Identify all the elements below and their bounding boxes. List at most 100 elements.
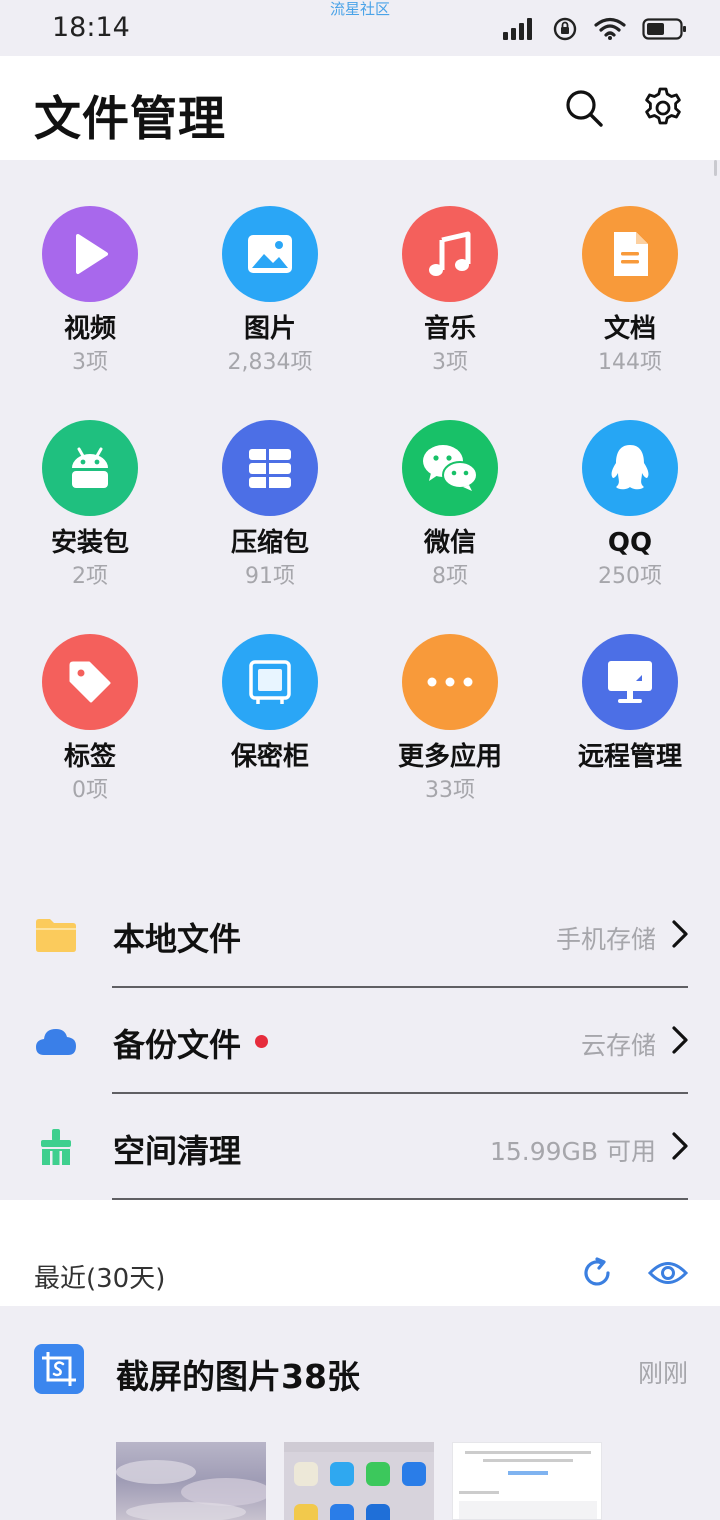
category-grid: 视频 3项 图片 2,834项 音乐 3项 文档 144项 安装包 2项 压缩包…	[0, 206, 720, 848]
category-documents[interactable]: 文档 144项	[540, 206, 720, 420]
status-bar: 18:14 流星社区	[0, 0, 720, 56]
tag-icon	[69, 661, 111, 703]
orientation-lock-icon	[553, 17, 577, 41]
wechat-icon	[423, 445, 478, 491]
music-note-icon	[429, 231, 471, 276]
category-music[interactable]: 音乐 3项	[360, 206, 540, 420]
category-apk[interactable]: 安装包 2项	[0, 420, 180, 634]
android-icon	[72, 447, 108, 488]
remote-manage-icon-circle	[582, 634, 678, 730]
tags-icon-circle	[42, 634, 138, 730]
entry-title: 空间清理	[113, 1132, 242, 1170]
space-cleanup-row[interactable]: 空间清理 15.99GB 可用	[0, 1094, 720, 1200]
entry-meta: 云存储	[580, 1031, 656, 1060]
category-tags[interactable]: 标签 0项	[0, 634, 180, 848]
refresh-icon	[584, 1257, 610, 1286]
search-button[interactable]	[562, 86, 606, 130]
cellular-signal-icon	[503, 18, 532, 40]
chevron-right-icon	[672, 1132, 688, 1160]
category-count: 8项	[432, 564, 468, 589]
safe-icon	[249, 660, 291, 704]
archive-icon	[249, 447, 291, 489]
category-label: QQ	[607, 528, 653, 558]
wechat-icon-circle	[402, 420, 498, 516]
local-files-row[interactable]: 本地文件 手机存储	[0, 882, 720, 988]
archives-icon-circle	[222, 420, 318, 516]
document-icon	[614, 232, 648, 276]
screenshot-thumbnail[interactable]	[284, 1442, 434, 1520]
scrollbar-thumb[interactable]	[714, 160, 717, 176]
category-qq[interactable]: QQ 250项	[540, 420, 720, 634]
category-count: 33项	[425, 778, 475, 803]
video-icon-circle	[42, 206, 138, 302]
category-label: 标签	[63, 742, 116, 772]
recent-header: 最近(30天)	[0, 1200, 720, 1306]
category-label: 视频	[63, 314, 116, 344]
entry-title: 本地文件	[113, 920, 242, 958]
category-count: 250项	[598, 564, 662, 589]
category-safe[interactable]: 保密柜	[180, 634, 360, 848]
category-images[interactable]: 图片 2,834项	[180, 206, 360, 420]
entry-title: 备份文件	[113, 1020, 269, 1066]
wifi-icon	[594, 17, 626, 40]
chevron-right-icon	[672, 920, 688, 948]
safe-icon-circle	[222, 634, 318, 730]
category-count: 144项	[598, 350, 662, 375]
screenshot-group[interactable]: 截屏的图片38张 刚刚	[0, 1306, 720, 1520]
category-count: 2,834项	[227, 350, 313, 375]
category-label: 音乐	[423, 314, 476, 344]
gear-icon	[645, 87, 681, 125]
category-label: 压缩包	[230, 528, 309, 558]
page-title: 文件管理	[34, 92, 226, 147]
app-header: 文件管理	[0, 56, 720, 160]
battery-icon	[642, 18, 686, 40]
category-label: 更多应用	[397, 742, 502, 772]
category-label: 安装包	[50, 528, 129, 558]
music-icon-circle	[402, 206, 498, 302]
backup-files-row[interactable]: 备份文件 云存储	[0, 988, 720, 1094]
group-title: 截屏的图片38张	[116, 1357, 360, 1396]
storage-entry-list: 本地文件 手机存储 备份文件 云存储 空间清理 15.99GB 可用	[0, 882, 720, 1200]
image-icon	[248, 235, 292, 273]
category-archives[interactable]: 压缩包 91项	[180, 420, 360, 634]
document-page-image	[459, 1451, 597, 1519]
category-more-apps[interactable]: 更多应用 33项	[360, 634, 540, 848]
category-remote-manage[interactable]: 远程管理	[540, 634, 720, 848]
chevron-right-icon	[672, 1026, 688, 1054]
category-count: 0项	[72, 778, 108, 803]
screenshot-crop-icon	[42, 1352, 76, 1386]
search-icon	[566, 90, 603, 127]
category-count: 91项	[245, 564, 295, 589]
refresh-button[interactable]	[580, 1256, 614, 1290]
eye-icon	[647, 1262, 689, 1284]
recent-title: 最近(30天)	[34, 1264, 166, 1294]
screenshot-thumbnail[interactable]	[116, 1442, 266, 1520]
apk-icon-circle	[42, 420, 138, 516]
category-label: 微信	[423, 528, 476, 558]
entry-title-text: 备份文件	[113, 1026, 242, 1064]
home-screen-image	[284, 1442, 434, 1520]
documents-icon-circle	[582, 206, 678, 302]
category-label: 远程管理	[577, 742, 682, 772]
qq-penguin-icon	[611, 445, 649, 490]
cloudy-sky-image	[116, 1460, 266, 1520]
visibility-button[interactable]	[647, 1256, 689, 1290]
category-wechat[interactable]: 微信 8项	[360, 420, 540, 634]
more-apps-icon-circle	[402, 634, 498, 730]
monitor-icon	[608, 661, 652, 703]
more-dots-icon	[427, 677, 473, 687]
images-icon-circle	[222, 206, 318, 302]
entry-meta: 15.99GB 可用	[489, 1137, 656, 1166]
category-label: 保密柜	[230, 742, 309, 772]
category-count: 3项	[72, 350, 108, 375]
category-count: 3项	[432, 350, 468, 375]
settings-button[interactable]	[641, 86, 685, 130]
category-video[interactable]: 视频 3项	[0, 206, 180, 420]
category-count: 2项	[72, 564, 108, 589]
new-badge-dot	[255, 1035, 269, 1048]
status-icons	[502, 14, 688, 44]
folder-icon	[36, 919, 76, 952]
broom-icon	[41, 1129, 71, 1165]
screenshot-thumbnail[interactable]	[452, 1442, 602, 1520]
qq-icon-circle	[582, 420, 678, 516]
